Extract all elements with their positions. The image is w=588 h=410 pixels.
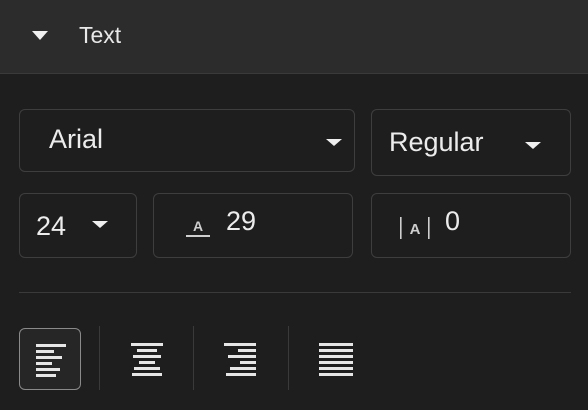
letter-spacing-icon: A (400, 217, 430, 239)
letter-spacing-value: 0 (445, 206, 461, 236)
font-family-value: Arial (49, 124, 104, 154)
line-height-icon: A (186, 218, 210, 237)
font-size-dropdown[interactable]: 24 (19, 193, 137, 258)
font-style-dropdown[interactable]: Regular (371, 109, 571, 176)
text-properties-panel: Text Arial Regular 24 A 29 A 0 (0, 0, 588, 410)
line-height-field[interactable]: A 29 (153, 193, 353, 258)
letter-spacing-icon-glyph: A (410, 221, 421, 238)
align-right-button[interactable] (210, 328, 272, 390)
font-style-value: Regular (389, 127, 484, 157)
align-justify-button[interactable] (304, 328, 366, 390)
line-height-value: 29 (226, 206, 257, 236)
separator (193, 326, 194, 390)
font-size-value: 24 (36, 211, 67, 241)
align-justify-icon (319, 343, 353, 376)
align-right-icon (224, 343, 256, 376)
divider (19, 292, 571, 293)
chevron-down-icon (92, 221, 108, 228)
align-left-button[interactable] (19, 328, 81, 390)
align-left-icon (36, 344, 66, 377)
separator (99, 326, 100, 390)
letter-spacing-field[interactable]: A 0 (371, 193, 571, 258)
align-center-icon (131, 343, 163, 376)
section-header[interactable]: Text (0, 0, 588, 74)
chevron-down-icon (326, 139, 342, 146)
align-center-button[interactable] (116, 328, 178, 390)
section-title: Text (79, 22, 122, 48)
font-family-dropdown[interactable]: Arial (19, 109, 355, 172)
caret-down-icon[interactable] (32, 31, 48, 40)
separator (288, 326, 289, 390)
chevron-down-icon (525, 142, 541, 149)
line-height-icon-glyph: A (193, 218, 203, 234)
